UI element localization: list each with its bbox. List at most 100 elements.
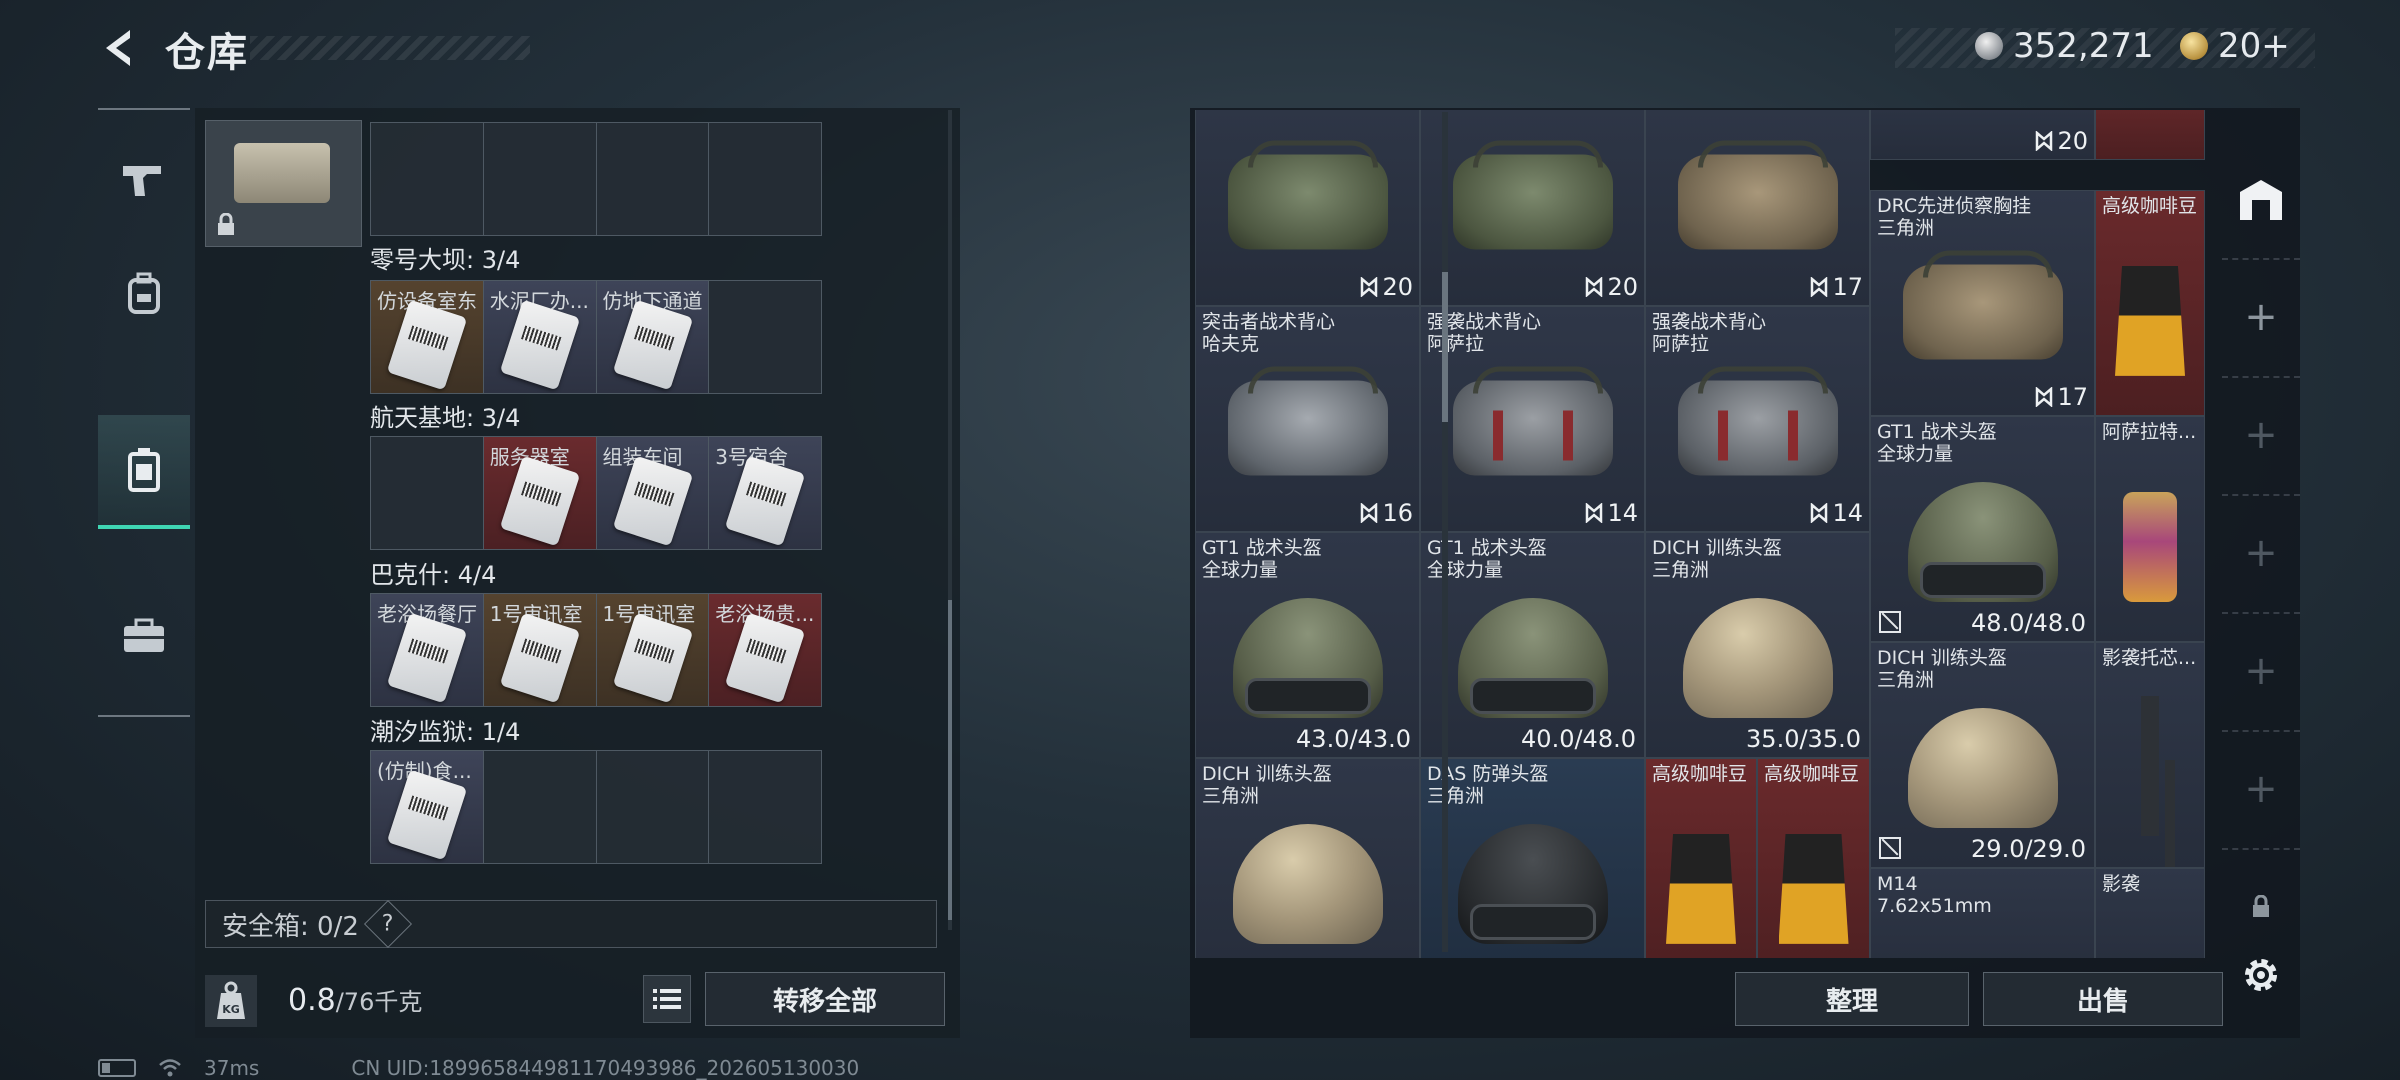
backpack-icon <box>128 272 160 314</box>
empty-key-slot[interactable] <box>709 281 821 393</box>
svg-text:KG: KG <box>222 1003 240 1016</box>
helmet-icon <box>1682 598 1833 719</box>
list-icon <box>653 989 681 1009</box>
add-page-button[interactable]: + <box>2222 258 2300 378</box>
warehouse-item[interactable] <box>2095 110 2205 160</box>
back-arrow-icon[interactable] <box>96 24 144 72</box>
warehouse-item[interactable]: 阿萨拉特... <box>2095 416 2205 642</box>
nav-toolbox[interactable] <box>98 590 190 682</box>
battery-icon <box>98 1059 136 1077</box>
ping-text: 37ms <box>204 1056 260 1080</box>
item-count: 16 <box>1360 499 1413 527</box>
item-title: 高级咖啡豆 <box>2102 195 2198 217</box>
key-card-slot[interactable]: 仿地下通道 <box>596 281 710 393</box>
armor-level-icon <box>2036 387 2053 407</box>
goggles-icon <box>1469 903 1596 940</box>
warehouse-item[interactable]: GT1 战术头盔 全球力量 43.0/43.0 <box>1195 532 1420 758</box>
transfer-all-button[interactable]: 转移全部 <box>705 972 945 1026</box>
sell-button[interactable]: 出售 <box>1983 972 2223 1026</box>
key-card-slot[interactable]: 老浴场贵... <box>709 594 821 706</box>
warehouse-item[interactable]: M14 7.62x51mm <box>1870 868 2095 958</box>
item-durability: 40.0/48.0 <box>1521 725 1636 753</box>
warehouse-item[interactable]: 突击者战术背心 哈夫克 16 <box>1195 306 1420 532</box>
plus-icon: + <box>2244 766 2278 812</box>
warehouse-item[interactable]: 全球力量20 <box>1420 110 1645 306</box>
warehouse-item[interactable]: DAS 防弹头盔 三角洲 <box>1420 758 1645 958</box>
item-faction: 三角洲 <box>1202 785 1260 807</box>
warehouse-item[interactable]: GT1 战术头盔 全球力量 40.0/48.0 <box>1420 532 1645 758</box>
grid-cell[interactable] <box>596 123 710 235</box>
gold-currency[interactable]: 20+ <box>2180 26 2290 66</box>
grid-cell[interactable] <box>709 123 821 235</box>
warehouse-item[interactable]: 全球力量20 <box>1195 110 1420 306</box>
key-card-slot[interactable]: (仿制)食... <box>371 751 484 863</box>
container-scrollbar[interactable] <box>948 110 952 930</box>
list-view-button[interactable] <box>643 975 691 1023</box>
warehouse-page-main[interactable] <box>2222 140 2300 260</box>
key-card-slot[interactable]: 服务器室 <box>483 437 597 549</box>
tidy-button[interactable]: 整理 <box>1735 972 1969 1026</box>
warehouse-item[interactable]: DICH 训练头盔 三角洲 29.0/29.0 <box>1870 642 2095 868</box>
scrollbar-thumb[interactable] <box>1442 272 1448 422</box>
warehouse-scrollbar[interactable] <box>1442 112 1448 952</box>
warehouse-item[interactable]: DICH 训练头盔 三角洲 35.0/35.0 <box>1645 532 1870 758</box>
warehouse-item[interactable]: GT1 战术头盔 全球力量 48.0/48.0 <box>1870 416 2095 642</box>
warehouse-item[interactable]: 高级咖啡豆 <box>1645 758 1757 958</box>
key-card-slot[interactable]: 老浴场餐厅 <box>371 594 484 706</box>
nav-container[interactable] <box>98 415 190 529</box>
item-title: DICH 训练头盔 <box>1202 763 1332 785</box>
warehouse-item[interactable]: 强袭战术背心 阿萨拉 14 <box>1645 306 1870 532</box>
item-count: 14 <box>1585 499 1638 527</box>
item-count-value: 17 <box>1832 273 1863 301</box>
warehouse-item[interactable]: 影袭托芯... <box>2095 642 2205 868</box>
item-name: 突击者战术背心 哈夫克 <box>1202 311 1335 355</box>
warehouse-item[interactable]: DRC先进侦察胸挂 三角洲 17 <box>1870 190 2095 416</box>
section-label: 潮汐监狱: 1/4 <box>370 718 521 746</box>
grid-cell[interactable] <box>371 123 484 235</box>
wifi-icon <box>159 1059 181 1077</box>
vest-icon <box>1677 366 1838 476</box>
item-count-value: 14 <box>1607 499 1638 527</box>
key-card-slot[interactable]: 1号审讯室 <box>483 594 597 706</box>
equipped-container-thumb[interactable] <box>205 120 362 247</box>
warehouse-item[interactable]: 20 <box>1870 110 2095 160</box>
item-name: 阿萨拉特... <box>2102 421 2196 443</box>
grid-cell[interactable] <box>483 123 597 235</box>
unrepairable-icon <box>1879 837 1901 859</box>
safe-box-bar[interactable]: 安全箱: 0/2 ? <box>205 899 937 949</box>
key-card-slot[interactable]: 水泥厂办... <box>483 281 597 393</box>
key-card-slot[interactable]: 1号审讯室 <box>596 594 710 706</box>
empty-key-slot[interactable] <box>596 751 710 863</box>
add-page-button[interactable]: + <box>2222 376 2300 496</box>
gear-icon[interactable] <box>2238 952 2284 998</box>
empty-key-slot[interactable] <box>709 751 821 863</box>
add-page-button[interactable]: + <box>2222 494 2300 614</box>
nav-weapons[interactable] <box>98 134 190 226</box>
warehouse-item[interactable]: 高级咖啡豆 <box>2095 190 2205 416</box>
nav-backpack[interactable] <box>98 248 190 340</box>
empty-key-slot[interactable] <box>483 751 597 863</box>
key-card-slot[interactable]: 组装车间 <box>596 437 710 549</box>
key-card-slot[interactable]: 仿设备室东 <box>371 281 484 393</box>
add-page-button[interactable]: + <box>2222 730 2300 850</box>
locked-page[interactable] <box>2222 848 2300 966</box>
key-card-slot[interactable]: 3号宿舍 <box>709 437 821 549</box>
help-icon[interactable]: ? <box>363 899 412 949</box>
item-name: 影袭 <box>2102 873 2140 895</box>
vest-icon <box>1452 140 1613 250</box>
coffee-bag-icon <box>1778 833 1849 944</box>
scrollbar-thumb[interactable] <box>948 600 952 920</box>
warehouse-item[interactable]: 三角洲17 <box>1645 110 1870 306</box>
add-page-button[interactable]: + <box>2222 612 2300 732</box>
warehouse-item[interactable]: DICH 训练头盔 三角洲 <box>1195 758 1420 958</box>
silver-currency[interactable]: 352,271 <box>1975 26 2154 66</box>
warehouse-item[interactable]: 高级咖啡豆 <box>1757 758 1870 958</box>
warehouse-item[interactable]: 影袭 <box>2095 868 2205 958</box>
item-name: M14 7.62x51mm <box>1877 873 1992 917</box>
gold-amount: 20+ <box>2218 26 2290 66</box>
item-title: 强袭战术背心 <box>1652 311 1767 333</box>
warehouse-item[interactable]: 强袭战术背心 阿萨拉 14 <box>1420 306 1645 532</box>
item-count: 20 <box>2035 127 2088 155</box>
empty-key-slot[interactable] <box>371 437 484 549</box>
item-count: 20 <box>1585 273 1638 301</box>
